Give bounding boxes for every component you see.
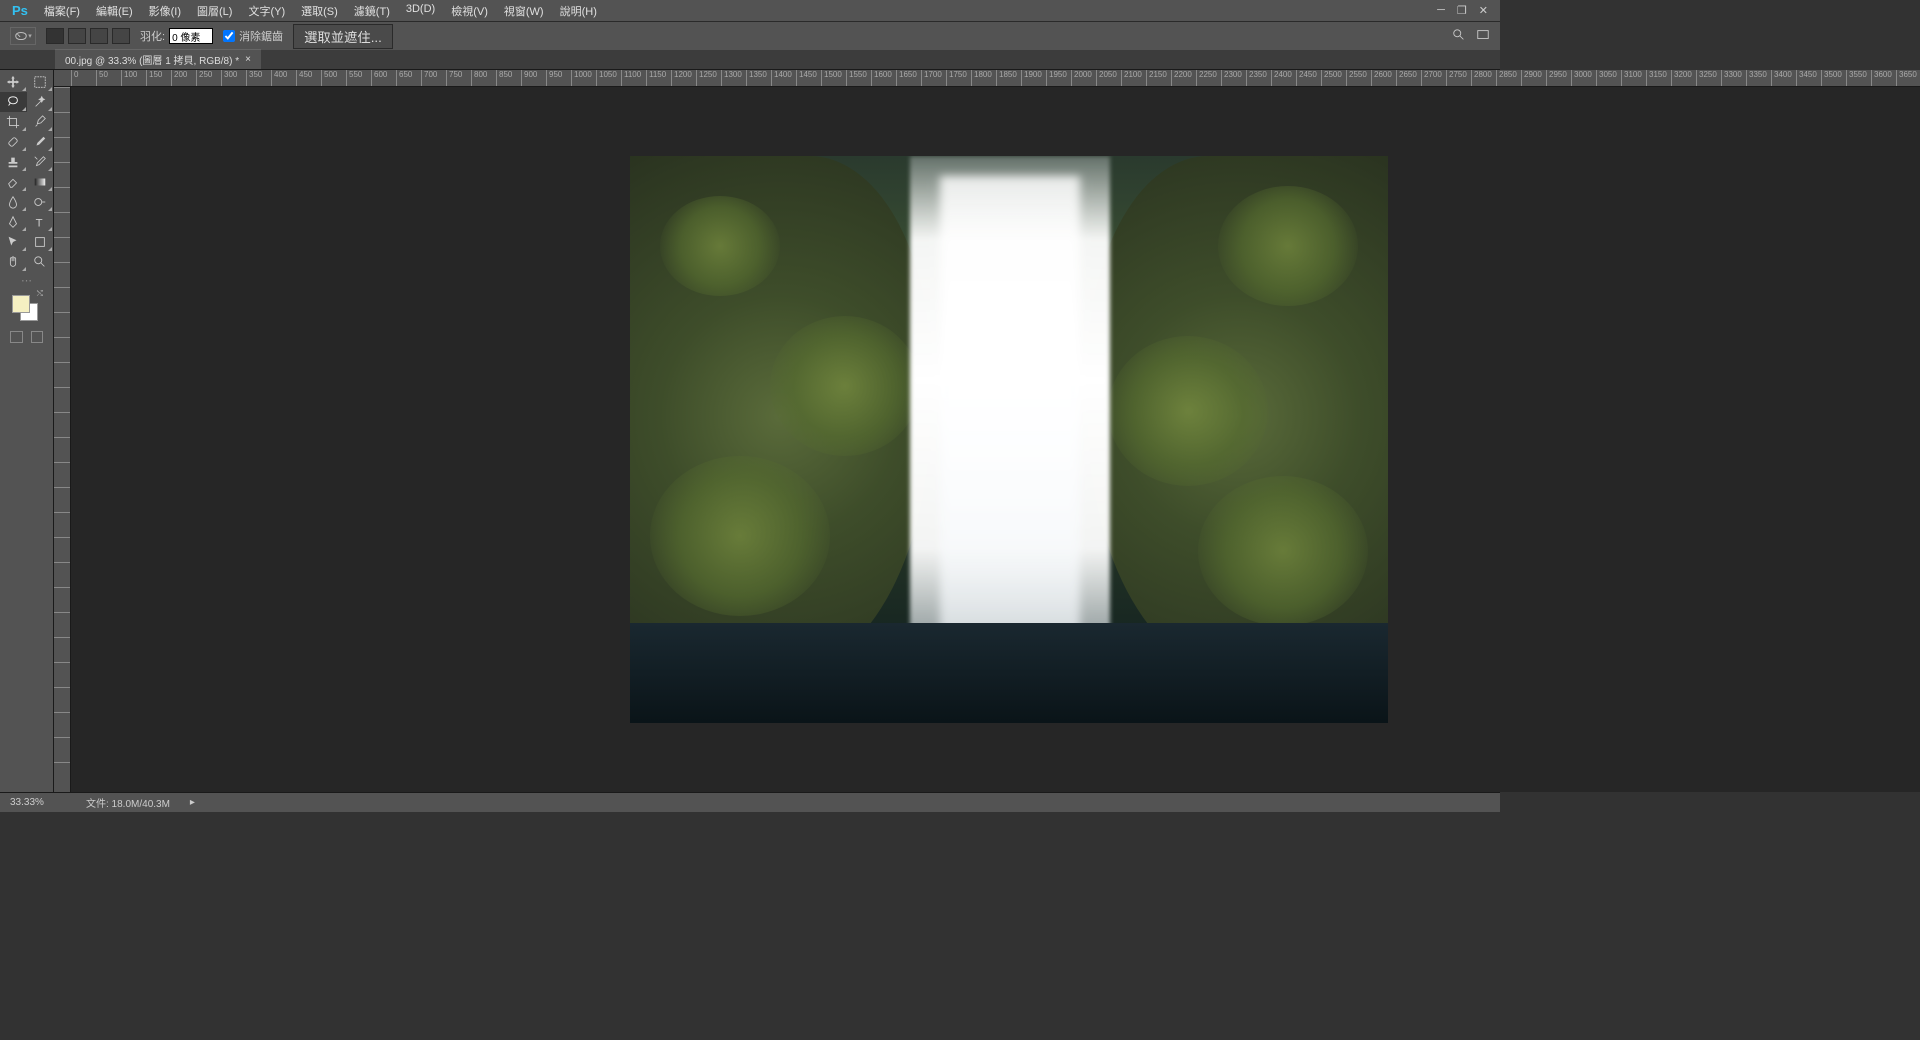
type-tool-icon[interactable]: T <box>27 212 54 232</box>
tab-title: 00.jpg @ 33.3% (圖層 1 拷貝, RGB/8) * <box>65 52 239 67</box>
zoom-level[interactable]: 33.33% <box>10 797 66 808</box>
minimize-icon[interactable]: ─ <box>1437 4 1445 17</box>
gradient-tool-icon[interactable] <box>27 172 54 192</box>
tab-close-icon[interactable]: × <box>245 54 251 65</box>
quickmask-icon[interactable] <box>10 331 23 343</box>
blur-tool-icon[interactable] <box>0 192 27 212</box>
crop-tool-icon[interactable] <box>0 112 27 132</box>
feather-control: 羽化: <box>140 28 213 44</box>
menu-view[interactable]: 檢視(V) <box>443 3 496 19</box>
ruler-vertical <box>54 87 71 792</box>
document-tab[interactable]: 00.jpg @ 33.3% (圖層 1 拷貝, RGB/8) * × <box>55 49 261 69</box>
selection-subtract-icon[interactable] <box>90 28 108 44</box>
foreground-color[interactable] <box>12 295 30 313</box>
color-swatches: ⤭ <box>0 289 53 327</box>
brush-tool-icon[interactable] <box>27 132 54 152</box>
selection-add-icon[interactable] <box>68 28 86 44</box>
status-bar: 33.33% 文件: 18.0M/40.3M ▸ <box>0 792 1500 812</box>
feather-label: 羽化: <box>140 28 165 44</box>
hand-tool-icon[interactable] <box>0 252 27 272</box>
document-tabbar: 00.jpg @ 33.3% (圖層 1 拷貝, RGB/8) * × <box>0 50 1500 70</box>
menubar: Ps 檔案(F) 編輯(E) 影像(I) 圖層(L) 文字(Y) 選取(S) 濾… <box>0 0 1500 21</box>
select-and-mask-button[interactable]: 選取並遮住... <box>293 24 393 49</box>
close-icon[interactable]: ✕ <box>1479 4 1488 17</box>
menu-type[interactable]: 文字(Y) <box>240 3 293 19</box>
eraser-tool-icon[interactable] <box>0 172 27 192</box>
options-bar: ▾ 羽化: 消除鋸齒 選取並遮住... <box>0 21 1500 50</box>
swap-colors-icon[interactable]: ⤭ <box>37 289 43 299</box>
window-controls: ─ ❐ ✕ <box>1437 4 1496 17</box>
canvas[interactable] <box>71 87 1920 792</box>
antialias-checkbox[interactable]: 消除鋸齒 <box>223 28 283 44</box>
marquee-tool-icon[interactable] <box>27 72 54 92</box>
move-tool-icon[interactable] <box>0 72 27 92</box>
toolbar: T ⋯ ⤭ <box>0 70 54 792</box>
quickmask-row <box>0 327 53 347</box>
status-arrow-icon[interactable]: ▸ <box>190 797 195 808</box>
pen-tool-icon[interactable] <box>0 212 27 232</box>
healing-tool-icon[interactable] <box>0 132 27 152</box>
feather-input[interactable] <box>169 28 213 44</box>
magic-wand-tool-icon[interactable] <box>27 92 54 112</box>
maximize-icon[interactable]: ❐ <box>1457 4 1467 17</box>
canvas-area: 0501001502002503003504004505005506006507… <box>54 70 1920 792</box>
main-area: T ⋯ ⤭ 0501001502002503003504004505005506… <box>0 70 1500 792</box>
menu-image[interactable]: 影像(I) <box>141 3 189 19</box>
eyedropper-tool-icon[interactable] <box>27 112 54 132</box>
antialias-label: 消除鋸齒 <box>239 28 283 44</box>
lasso-tool-icon[interactable] <box>0 92 27 112</box>
current-tool-icon[interactable]: ▾ <box>10 27 36 45</box>
ps-logo: Ps <box>4 3 36 18</box>
menu-file[interactable]: 檔案(F) <box>36 3 88 19</box>
selection-new-icon[interactable] <box>46 28 64 44</box>
search-icon[interactable] <box>1452 28 1466 45</box>
menu-items: 檔案(F) 編輯(E) 影像(I) 圖層(L) 文字(Y) 選取(S) 濾鏡(T… <box>36 3 605 19</box>
screen-mode-icon[interactable] <box>1476 28 1490 45</box>
shape-tool-icon[interactable] <box>27 232 54 252</box>
menu-filter[interactable]: 濾鏡(T) <box>346 3 398 19</box>
selection-mode-group <box>46 28 130 44</box>
menu-3d[interactable]: 3D(D) <box>398 3 443 19</box>
dodge-tool-icon[interactable] <box>27 192 54 212</box>
menu-window[interactable]: 視窗(W) <box>496 3 552 19</box>
history-brush-tool-icon[interactable] <box>27 152 54 172</box>
ruler-horizontal: 0501001502002503003504004505005506006507… <box>54 70 1920 87</box>
menu-help[interactable]: 說明(H) <box>552 3 605 19</box>
doc-info[interactable]: 文件: 18.0M/40.3M <box>86 795 170 810</box>
menu-layer[interactable]: 圖層(L) <box>189 3 240 19</box>
svg-text:T: T <box>35 217 42 229</box>
tool-more-icon[interactable]: ⋯ <box>0 272 53 289</box>
document-image <box>630 156 1388 723</box>
screenmode-icon[interactable] <box>31 331 44 343</box>
path-select-tool-icon[interactable] <box>0 232 27 252</box>
antialias-input[interactable] <box>223 30 235 42</box>
zoom-tool-icon[interactable] <box>27 252 54 272</box>
menu-select[interactable]: 選取(S) <box>293 3 346 19</box>
menu-edit[interactable]: 編輯(E) <box>88 3 141 19</box>
stamp-tool-icon[interactable] <box>0 152 27 172</box>
selection-intersect-icon[interactable] <box>112 28 130 44</box>
